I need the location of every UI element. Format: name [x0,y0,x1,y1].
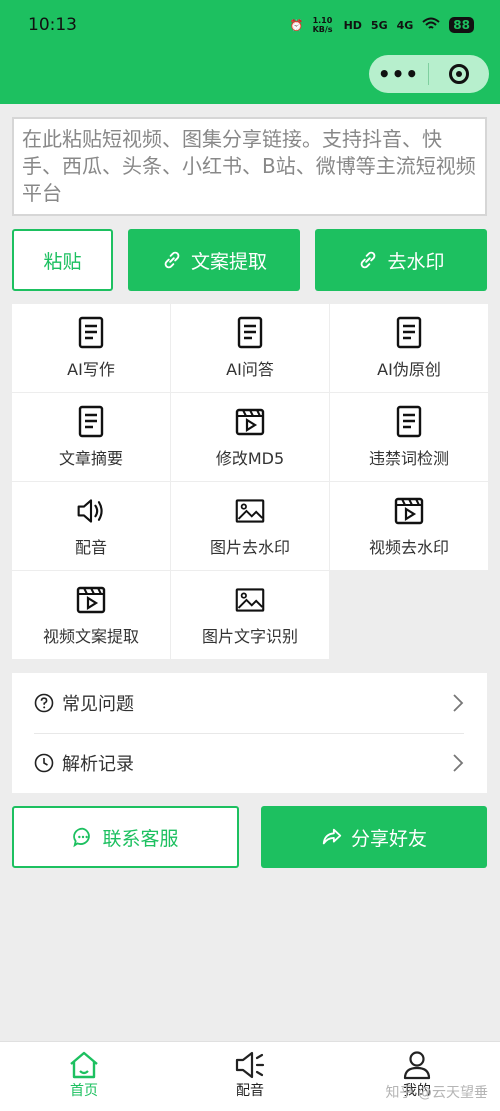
status-icons: ⏰ 1.10 KB/s HD 5G 4G 88 [290,16,474,34]
contact-support-button[interactable]: 联系客服 [12,806,239,868]
close-target-button[interactable] [429,64,489,84]
tool-label: 视频文案提取 [42,627,139,646]
chevron-right-icon [453,754,464,772]
wifi-icon [422,17,440,34]
tool-banned-words[interactable]: 违禁词检测 [330,393,488,481]
paste-label: 粘贴 [43,250,82,273]
link-input[interactable]: 在此粘贴短视频、图集分享链接。支持抖音、快手、西瓜、头条、小红书、B站、微博等主… [12,117,487,216]
tool-ai-writing[interactable]: AI写作 [12,304,170,392]
signal-4g: 4G [396,18,414,32]
tool-label: 视频去水印 [368,538,449,557]
tool-label: 文章摘要 [58,449,123,468]
tool-ai-rewrite[interactable]: AI伪原创 [330,304,488,392]
video-icon [235,408,265,436]
image-icon [235,499,265,523]
megaphone-icon [235,1051,265,1079]
source-watermark: 知乎 @云天望垂 [385,1085,488,1101]
document-icon [396,316,422,349]
extract-copy-label: 文案提取 [190,250,267,273]
menu-history-label: 解析记录 [62,754,134,775]
more-icon[interactable]: ••• [369,62,428,86]
status-time: 10:13 [28,15,77,35]
extract-copy-button[interactable]: 文案提取 [128,229,300,291]
menu-item-history[interactable]: 解析记录 [34,733,464,793]
bottom-actions: 联系客服 分享好友 [0,806,500,868]
link-icon [164,251,180,269]
battery-level: 88 [449,17,474,33]
share-friends-label: 分享好友 [350,827,427,850]
tool-label: 配音 [74,538,107,557]
paste-button[interactable]: 粘贴 [12,229,113,291]
tool-image-ocr[interactable]: 图片文字识别 [171,571,329,659]
share-icon [322,828,342,845]
clock-icon [34,753,54,773]
tool-modify-md5[interactable]: 修改MD5 [171,393,329,481]
speaker-icon [77,499,103,523]
tool-label: AI伪原创 [377,360,441,379]
contact-support-label: 联系客服 [102,827,179,850]
document-icon [396,405,422,438]
menu-item-faq[interactable]: 常见问题 [34,673,464,733]
alarm-icon: ⏰ [289,18,304,32]
video-icon [76,586,106,614]
tool-article-summary[interactable]: 文章摘要 [12,393,170,481]
image-icon [235,588,265,612]
document-icon [237,316,263,349]
tool-ai-qa[interactable]: AI问答 [171,304,329,392]
status-bar: 10:13 ⏰ 1.10 KB/s HD 5G 4G 88 [0,0,500,52]
tool-image-watermark[interactable]: 图片去水印 [171,482,329,570]
tab-home[interactable]: 首页 [34,1050,134,1100]
document-icon [78,405,104,438]
video-icon [394,497,424,525]
remove-watermark-label: 去水印 [387,250,445,273]
menu-list: 常见问题 解析记录 [12,673,487,793]
tool-video-watermark[interactable]: 视频去水印 [330,482,488,570]
hd-icon: HD [343,18,362,32]
miniprogram-capsule: ••• [369,55,489,93]
tool-label: 图片文字识别 [201,627,298,646]
chat-icon [73,827,91,848]
tools-grid: AI写作 AI问答 AI伪原创 文章摘要 修改MD5 违禁词检测 配音 图片去水… [12,304,488,659]
tool-label: AI问答 [226,360,274,379]
network-speed: 1.10 KB/s [312,16,333,34]
signal-5g: 5G [370,18,388,32]
target-icon [449,64,469,84]
link-icon [361,251,376,269]
share-friends-button[interactable]: 分享好友 [261,806,487,868]
tool-label: 违禁词检测 [368,449,449,468]
tab-dubbing[interactable]: 配音 [200,1050,300,1100]
home-icon [70,1051,98,1079]
tool-label: 修改MD5 [215,449,285,468]
user-icon [403,1051,431,1080]
chevron-right-icon [453,694,464,712]
tool-label: AI写作 [67,360,115,379]
tab-home-label: 首页 [70,1083,98,1099]
action-buttons: 粘贴 文案提取 去水印 [0,229,500,291]
remove-watermark-button[interactable]: 去水印 [315,229,487,291]
tab-dubbing-label: 配音 [236,1083,264,1099]
question-icon [34,693,54,713]
tool-video-copy-extract[interactable]: 视频文案提取 [12,571,170,659]
tool-label: 图片去水印 [209,538,290,557]
document-icon [78,316,104,349]
tool-dubbing[interactable]: 配音 [12,482,170,570]
header: 10:13 ⏰ 1.10 KB/s HD 5G 4G 88 ••• [0,0,500,104]
menu-faq-label: 常见问题 [62,694,134,715]
